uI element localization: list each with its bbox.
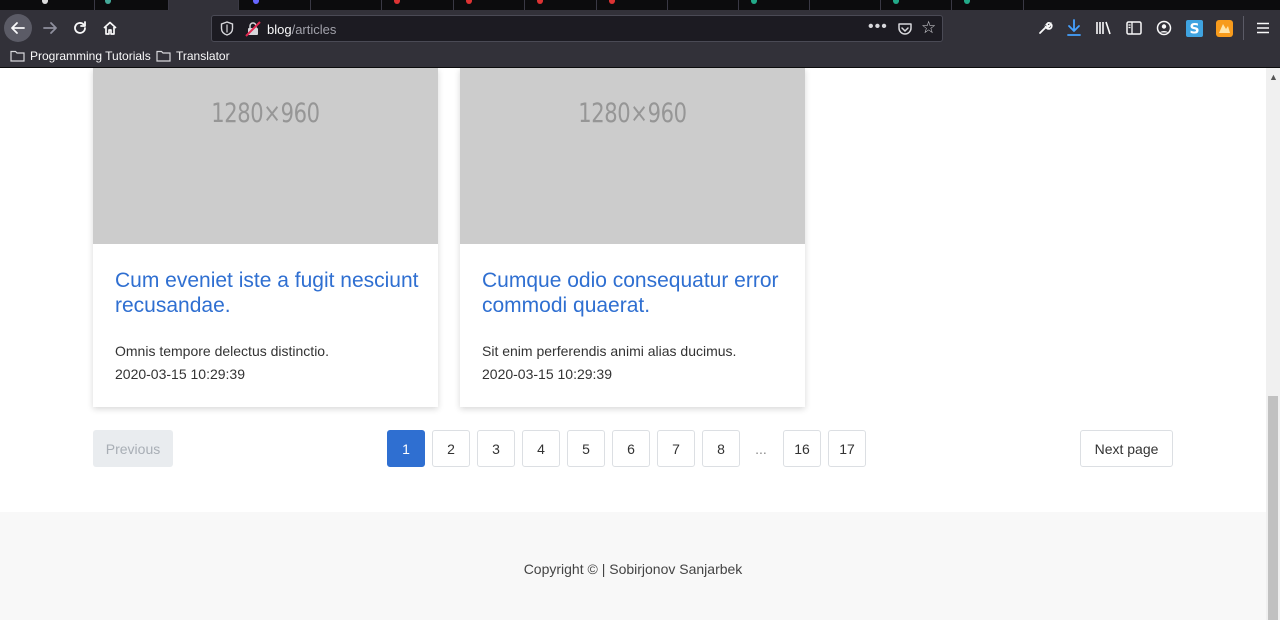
sidebar-icon xyxy=(1126,21,1142,35)
vertical-scrollbar[interactable]: ▲ xyxy=(1266,68,1280,620)
article-image-placeholder[interactable]: 1280×960 xyxy=(460,68,805,244)
tab[interactable] xyxy=(311,0,382,10)
forward-button[interactable] xyxy=(36,14,64,42)
page-link-1[interactable]: 1 xyxy=(387,430,425,467)
account-button[interactable] xyxy=(1155,18,1173,38)
url-path: /articles xyxy=(291,22,337,37)
tab[interactable] xyxy=(597,0,668,10)
account-icon xyxy=(1156,20,1172,36)
page-actions-icon[interactable]: ••• xyxy=(868,18,888,36)
developer-tools-button[interactable] xyxy=(1036,18,1054,38)
page-ellipsis: ... xyxy=(755,440,767,457)
reload-icon xyxy=(74,21,86,34)
browser-chrome: blog/articles ••• ☆ S Programming Tutori… xyxy=(0,0,1280,68)
tab[interactable] xyxy=(881,0,952,10)
bookmark-label: Translator xyxy=(176,49,230,63)
tab[interactable] xyxy=(739,0,810,10)
folder-icon xyxy=(10,50,25,62)
toolbar-separator xyxy=(1243,16,1244,40)
tab[interactable] xyxy=(382,0,454,10)
svg-text:S: S xyxy=(1189,21,1199,37)
bookmarks-toolbar: Programming Tutorials Translator xyxy=(0,46,1280,68)
article-title-link[interactable]: Cum eveniet iste a fugit nesciunt recusa… xyxy=(115,268,420,318)
downloads-button[interactable] xyxy=(1065,18,1083,38)
tracking-shield-icon[interactable] xyxy=(220,21,234,36)
page-link-7[interactable]: 7 xyxy=(657,430,695,467)
scroll-up-arrow-icon[interactable]: ▲ xyxy=(1269,72,1278,82)
bookmark-folder-translator[interactable]: Translator xyxy=(156,49,230,63)
page-link-8[interactable]: 8 xyxy=(702,430,740,467)
page-link-5[interactable]: 5 xyxy=(567,430,605,467)
url-text[interactable]: blog/articles xyxy=(267,22,336,37)
tab-strip xyxy=(0,0,1280,10)
bookmark-star-icon[interactable]: ☆ xyxy=(921,18,936,38)
article-image-placeholder[interactable]: 1280×960 xyxy=(93,68,438,244)
copyright-text: Copyright © | Sobirjonov Sanjarbek xyxy=(523,561,743,577)
library-icon xyxy=(1096,21,1111,35)
pocket-icon[interactable] xyxy=(897,21,913,37)
extension-fox-button[interactable] xyxy=(1215,18,1233,38)
page-link-2[interactable]: 2 xyxy=(432,430,470,467)
home-button[interactable] xyxy=(96,14,124,42)
tab[interactable] xyxy=(668,0,739,10)
wrench-icon xyxy=(1039,21,1053,34)
url-bar[interactable]: blog/articles ••• ☆ xyxy=(211,15,943,42)
menu-button[interactable] xyxy=(1254,18,1272,38)
article-date: 2020-03-15 10:29:39 xyxy=(115,366,245,382)
article-date: 2020-03-15 10:29:39 xyxy=(482,366,612,382)
site-footer: Copyright © | Sobirjonov Sanjarbek xyxy=(0,512,1266,620)
forward-arrow-icon xyxy=(43,22,57,34)
navigation-toolbar: blog/articles ••• ☆ S xyxy=(0,10,1280,46)
image-size-label: 1280×960 xyxy=(211,98,320,129)
article-excerpt: Omnis tempore delectus distinctio. xyxy=(115,343,329,359)
page-link-17[interactable]: 17 xyxy=(828,430,866,467)
extension-s-icon: S xyxy=(1185,19,1203,37)
tab[interactable] xyxy=(454,0,525,10)
library-button[interactable] xyxy=(1095,18,1113,38)
article-excerpt: Sit enim perferendis animi alias ducimus… xyxy=(482,343,737,359)
article-card[interactable]: 1280×960 Cum eveniet iste a fugit nesciu… xyxy=(93,68,438,407)
tab[interactable] xyxy=(95,0,169,10)
tab[interactable] xyxy=(239,0,311,10)
bookmark-label: Programming Tutorials xyxy=(30,49,151,63)
extension-s-button[interactable]: S xyxy=(1185,18,1203,38)
tab[interactable] xyxy=(525,0,597,10)
tab-active[interactable] xyxy=(169,0,239,10)
insecure-lock-icon[interactable] xyxy=(245,21,261,37)
page-content: 1280×960 Cum eveniet iste a fugit nesciu… xyxy=(0,68,1266,620)
url-host: blog xyxy=(267,22,292,37)
back-arrow-icon xyxy=(11,22,25,34)
back-button[interactable] xyxy=(4,14,32,42)
download-icon xyxy=(1067,19,1081,36)
tab[interactable] xyxy=(952,0,1024,10)
folder-icon xyxy=(156,50,171,62)
home-icon xyxy=(103,21,117,35)
page-link-4[interactable]: 4 xyxy=(522,430,560,467)
menu-icon xyxy=(1257,22,1269,34)
previous-page-button[interactable]: Previous xyxy=(93,430,173,467)
tab[interactable] xyxy=(0,0,95,10)
page-link-6[interactable]: 6 xyxy=(612,430,650,467)
bookmark-folder-programming-tutorials[interactable]: Programming Tutorials xyxy=(10,49,151,63)
page-link-16[interactable]: 16 xyxy=(783,430,821,467)
article-title-link[interactable]: Cumque odio consequatur error commodi qu… xyxy=(482,268,787,318)
image-size-label: 1280×960 xyxy=(578,98,687,129)
next-page-button[interactable]: Next page xyxy=(1080,430,1173,467)
page-link-3[interactable]: 3 xyxy=(477,430,515,467)
sidebar-button[interactable] xyxy=(1125,18,1143,38)
scrollbar-thumb[interactable] xyxy=(1268,396,1278,620)
article-card[interactable]: 1280×960 Cumque odio consequatur error c… xyxy=(460,68,805,407)
reload-button[interactable] xyxy=(66,14,94,42)
extension-fox-icon xyxy=(1215,19,1233,37)
tab[interactable] xyxy=(810,0,881,10)
